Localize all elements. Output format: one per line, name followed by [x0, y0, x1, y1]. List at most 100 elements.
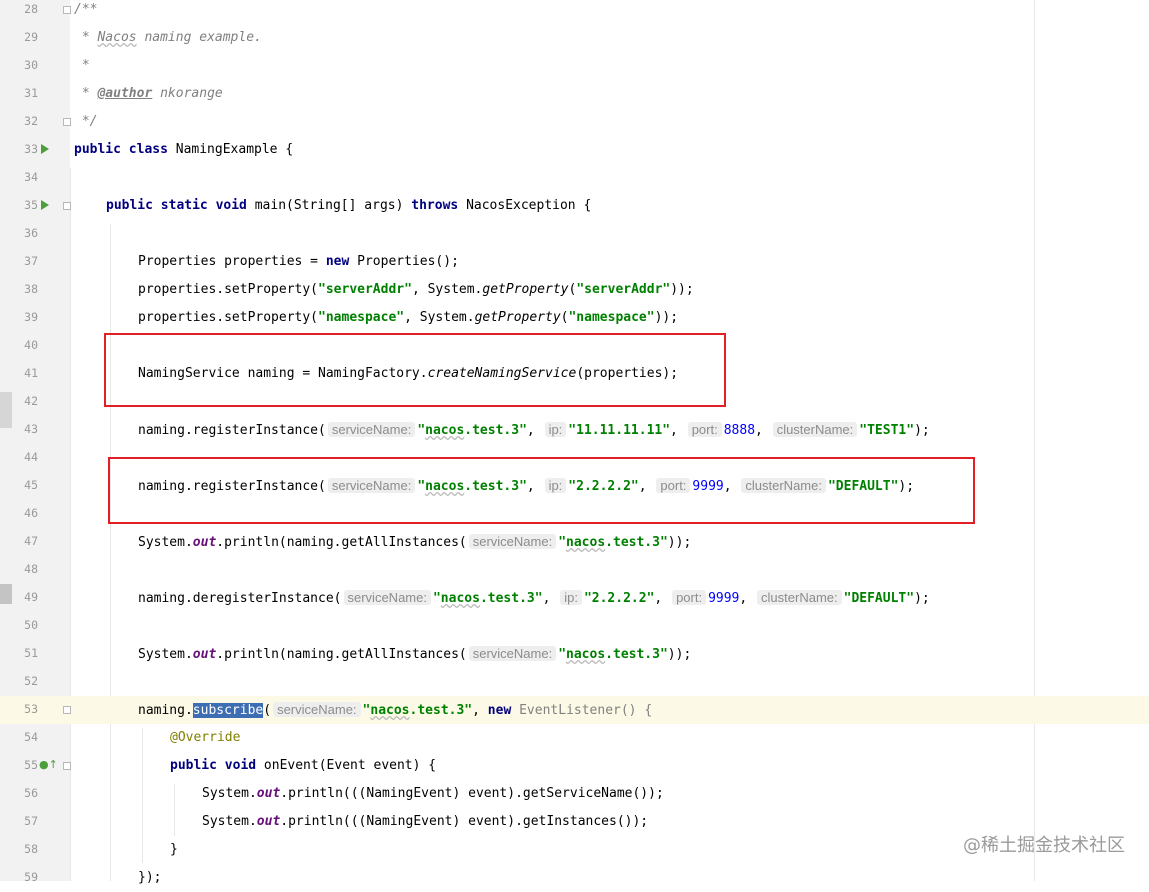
- code-line[interactable]: 59 });: [0, 864, 1149, 892]
- parameter-hint: ip:: [560, 590, 582, 605]
- line-number: 49: [24, 590, 38, 604]
- parameter-hint: serviceName:: [468, 534, 557, 549]
- line-number: 41: [24, 366, 38, 380]
- code-line[interactable]: 47 System.out.println(naming.getAllInsta…: [0, 528, 1149, 556]
- line-number: 56: [24, 786, 38, 800]
- highlight-box: [104, 333, 726, 407]
- code-line[interactable]: 39 properties.setProperty("namespace", S…: [0, 304, 1149, 332]
- line-number: 43: [24, 422, 38, 436]
- code-line[interactable]: 55 ●↑ public void onEvent(Event event) {: [0, 752, 1149, 780]
- parameter-hint: port:: [687, 422, 722, 437]
- code-line[interactable]: 30 *: [0, 52, 1149, 80]
- fold-icon[interactable]: [63, 706, 71, 714]
- parameter-hint: serviceName:: [468, 646, 557, 661]
- code-line[interactable]: 29 * Nacos naming example.: [0, 24, 1149, 52]
- code-line[interactable]: 35 public static void main(String[] args…: [0, 192, 1149, 220]
- code-text: public static void main(String[] args) t…: [106, 198, 592, 213]
- line-number: 37: [24, 254, 38, 268]
- code-text: *: [74, 58, 90, 73]
- parameter-hint: port:: [672, 590, 707, 605]
- code-text: @Override: [170, 730, 241, 745]
- code-line[interactable]: 28 /**: [0, 0, 1149, 24]
- parameter-hint: ip:: [544, 422, 567, 437]
- code-line[interactable]: 50: [0, 612, 1149, 640]
- line-number: 52: [24, 674, 38, 688]
- run-icon[interactable]: [41, 200, 49, 210]
- code-text: Properties properties = new Properties()…: [138, 254, 459, 269]
- code-line[interactable]: 52: [0, 668, 1149, 696]
- line-number: 58: [24, 842, 38, 856]
- line-number: 34: [24, 170, 38, 184]
- code-text: System.out.println(naming.getAllInstance…: [138, 534, 692, 550]
- line-number: 44: [24, 450, 38, 464]
- code-line[interactable]: 33 public class NamingExample {: [0, 136, 1149, 164]
- line-number: 36: [24, 226, 38, 240]
- code-text: public class NamingExample {: [74, 142, 294, 157]
- line-number: 42: [24, 394, 38, 408]
- highlight-box: [108, 457, 975, 524]
- parameter-hint: serviceName:: [273, 702, 361, 717]
- line-number: 46: [24, 506, 38, 520]
- line-number: 28: [24, 2, 38, 16]
- code-text: * @author nkorange: [74, 86, 223, 101]
- code-line[interactable]: 38 properties.setProperty("serverAddr", …: [0, 276, 1149, 304]
- parameter-hint: serviceName:: [327, 422, 416, 437]
- parameter-hint: clusterName:: [757, 590, 842, 605]
- fold-icon[interactable]: [63, 202, 71, 210]
- code-line[interactable]: 36: [0, 220, 1149, 248]
- code-text: naming.deregisterInstance(serviceName: "n…: [138, 590, 930, 606]
- fold-icon[interactable]: [63, 6, 71, 14]
- line-number: 32: [24, 114, 38, 128]
- line-number: 51: [24, 646, 38, 660]
- line-number: 45: [24, 478, 38, 492]
- code-editor[interactable]: 28 /** 29 * Nacos naming example. 30 * 3…: [0, 0, 1149, 885]
- code-text: System.out.println(((NamingEvent) event)…: [202, 814, 649, 829]
- code-text: naming.registerInstance(serviceName: "nac…: [138, 422, 930, 438]
- watermark: @稀土掘金技术社区: [963, 835, 1125, 856]
- line-number: 33: [24, 142, 38, 156]
- line-number: 48: [24, 562, 38, 576]
- code-line[interactable]: 48: [0, 556, 1149, 584]
- code-text: * Nacos naming example.: [74, 30, 262, 45]
- override-icon[interactable]: ●↑: [39, 758, 58, 771]
- parameter-hint: serviceName:: [343, 590, 431, 605]
- line-number: 57: [24, 814, 38, 828]
- line-number: 29: [24, 30, 38, 44]
- code-text: public void onEvent(Event event) {: [170, 758, 437, 773]
- code-text: /**: [74, 2, 98, 17]
- code-line[interactable]: 49 naming.deregisterInstance(serviceName…: [0, 584, 1149, 612]
- code-line-current[interactable]: 53 naming.subscribe(serviceName: "nacos.t…: [0, 696, 1149, 724]
- code-line[interactable]: 56 System.out.println(((NamingEvent) eve…: [0, 780, 1149, 808]
- code-line[interactable]: 43 naming.registerInstance(serviceName: "…: [0, 416, 1149, 444]
- parameter-hint: clusterName:: [772, 422, 858, 437]
- code-text: System.out.println(naming.getAllInstance…: [138, 646, 692, 662]
- selected-text: subscribe: [192, 703, 264, 718]
- line-number: 53: [24, 702, 38, 716]
- code-text: });: [138, 870, 162, 885]
- code-line[interactable]: 32 */: [0, 108, 1149, 136]
- code-text: properties.setProperty("namespace", Syst…: [138, 310, 679, 325]
- fold-icon[interactable]: [63, 762, 71, 770]
- line-number: 54: [24, 730, 38, 744]
- code-text: naming.subscribe(serviceName: "nacos.test…: [138, 702, 653, 718]
- line-number: 55: [24, 758, 38, 772]
- line-number: 59: [24, 870, 38, 884]
- code-text: properties.setProperty("serverAddr", Sys…: [138, 282, 694, 297]
- line-number: 39: [24, 310, 38, 324]
- line-number: 38: [24, 282, 38, 296]
- code-line[interactable]: 54 @Override: [0, 724, 1149, 752]
- line-number: 47: [24, 534, 38, 548]
- code-line[interactable]: 34: [0, 164, 1149, 192]
- code-line[interactable]: 37 Properties properties = new Propertie…: [0, 248, 1149, 276]
- code-line[interactable]: 51 System.out.println(naming.getAllInsta…: [0, 640, 1149, 668]
- run-icon[interactable]: [41, 144, 49, 154]
- line-number: 40: [24, 338, 38, 352]
- code-text: */: [74, 114, 98, 129]
- line-number: 35: [24, 198, 38, 212]
- code-line[interactable]: 31 * @author nkorange: [0, 80, 1149, 108]
- code-text: System.out.println(((NamingEvent) event)…: [202, 786, 664, 801]
- line-number: 30: [24, 58, 38, 72]
- line-number: 31: [24, 86, 38, 100]
- code-text: }: [170, 842, 178, 857]
- fold-icon[interactable]: [63, 118, 71, 126]
